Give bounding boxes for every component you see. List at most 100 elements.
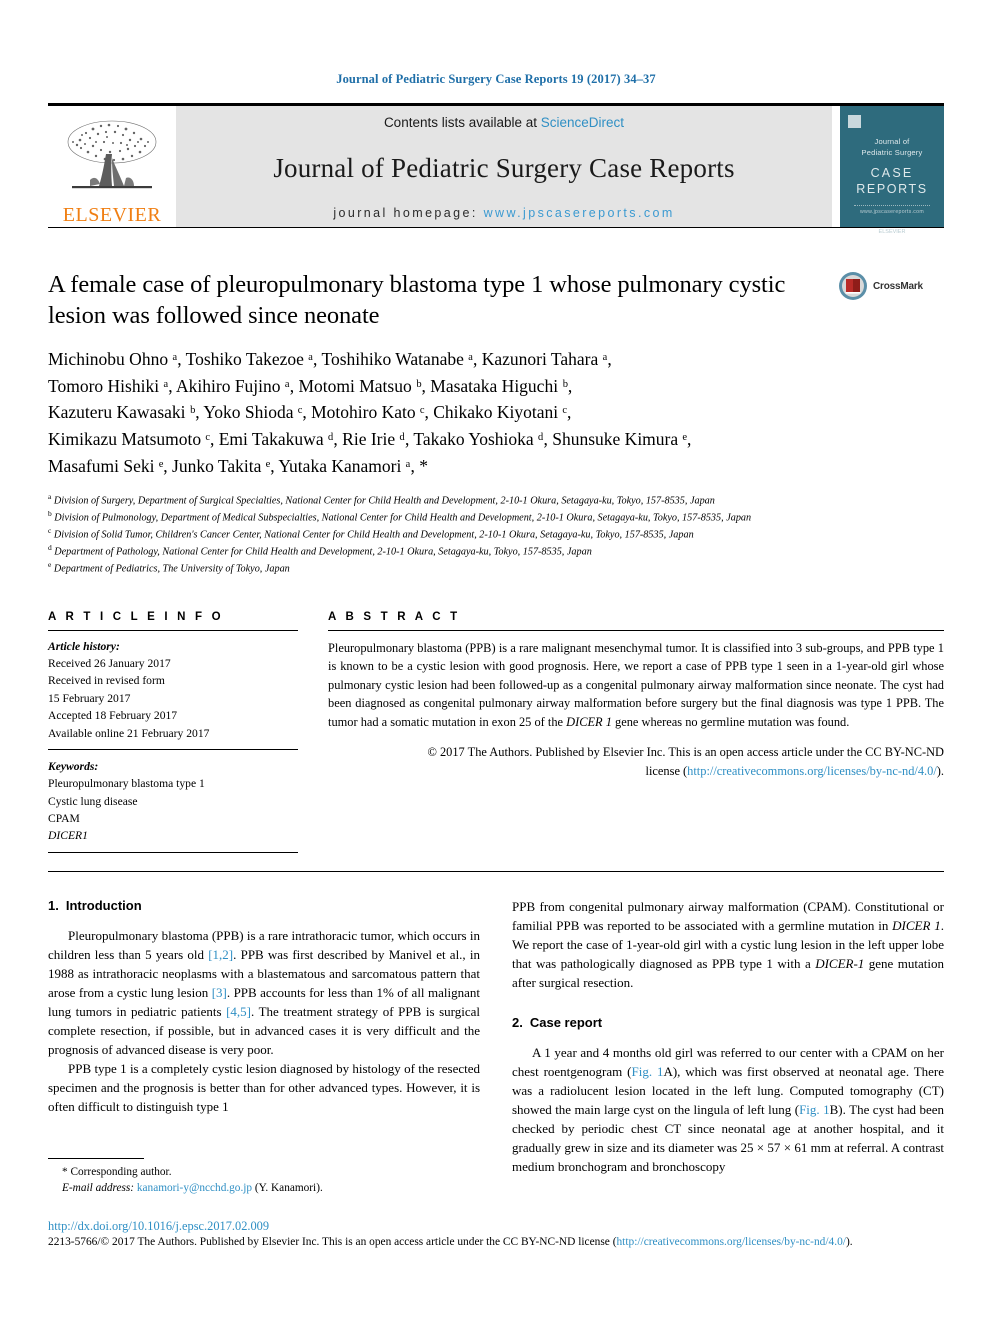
- running-head: Journal of Pediatric Surgery Case Report…: [336, 72, 656, 86]
- masthead-bottom-rule: [48, 227, 944, 228]
- cover-divider: [854, 204, 930, 206]
- title-block: A female case of pleuropulmonary blastom…: [48, 269, 944, 331]
- copyright-line-1: © 2017 The Authors. Published by Elsevie…: [427, 745, 944, 760]
- footnote-body: * Corresponding author. E-mail address: …: [48, 1164, 478, 1196]
- keywords-label: Keywords:: [48, 759, 99, 773]
- info-abstract-row: A R T I C L E I N F O Article history: R…: [48, 611, 944, 853]
- footer-license-link[interactable]: http://creativecommons.org/licenses/by-n…: [616, 1236, 845, 1248]
- intro-p2c-part1: PPB from congenital pulmonary airway mal…: [512, 898, 944, 933]
- article-history-item: Accepted 18 February 2017: [48, 709, 178, 723]
- cover-publisher: ELSEVIER: [878, 228, 906, 235]
- contents-available-line: Contents lists available at ScienceDirec…: [384, 115, 624, 130]
- article-history-item: Received in revised form: [48, 674, 165, 688]
- figure-ref[interactable]: Fig. 1: [631, 1064, 663, 1079]
- keywords-bottom-rule: [48, 851, 298, 853]
- abstract-heading: A B S T R A C T: [328, 610, 461, 623]
- keywords-top-rule: [48, 748, 298, 750]
- affiliation-marker: a: [48, 492, 52, 502]
- abstract-copyright: © 2017 The Authors. Published by Elsevie…: [328, 743, 944, 780]
- journal-masthead: ELSEVIER Contents lists available at Sci…: [48, 103, 944, 235]
- intro-paragraph-2-continued: PPB from congenital pulmonary airway mal…: [512, 898, 944, 993]
- gene-name: DICER 1: [892, 917, 941, 933]
- affiliation-item: a Division of Surgery, Department of Sur…: [48, 492, 944, 509]
- article-history-item: 15 February 2017: [48, 691, 131, 705]
- license-suffix: ).: [936, 763, 944, 778]
- author-line: Masafumi Seki ᵉ, Junko Takita ᵉ, Yutaka …: [48, 455, 428, 476]
- section-heading-case-report: 2. Case report: [512, 1015, 944, 1030]
- article-history-block: Article history: Received 26 January 201…: [48, 638, 298, 742]
- page-footer: http://dx.doi.org/10.1016/j.epsc.2017.02…: [48, 1219, 944, 1248]
- intro-paragraph-1: Pleuropulmonary blastoma (PPB) is a rare…: [48, 927, 480, 1060]
- corresponding-author-footnote: * Corresponding author. E-mail address: …: [48, 1158, 478, 1196]
- elsevier-logo: ELSEVIER: [48, 106, 176, 227]
- article-info-rule: [48, 629, 298, 631]
- homepage-prefix: journal homepage:: [333, 206, 484, 220]
- cover-case-word: CASE: [870, 165, 914, 180]
- issn-prefix: 2213-5766/© 2017 The Authors. Published …: [48, 1236, 617, 1248]
- page-title: A female case of pleuropulmonary blastom…: [48, 271, 786, 330]
- case-report-paragraph-1: A 1 year and 4 months old girl was refer…: [512, 1044, 944, 1177]
- crossmark-icon: [839, 272, 867, 300]
- cover-journal-title: Journal of Pediatric Surgery: [840, 137, 944, 159]
- corresponding-label: Corresponding author.: [70, 1166, 172, 1178]
- email-line: E-mail address: kanamori-y@ncchd.go.jp (…: [62, 1180, 478, 1196]
- author-list: Michinobu Ohno ᵃ, Toshiko Takezoe ᵃ, Tos…: [48, 346, 848, 479]
- affiliation-marker: d: [48, 542, 52, 552]
- author-line: Michinobu Ohno ᵃ, Toshiko Takezoe ᵃ, Tos…: [48, 349, 612, 370]
- author-line: Kazuteru Kawasaki ᵇ, Yoko Shioda ᶜ, Moto…: [48, 402, 572, 423]
- homepage-url-link[interactable]: www.jpscasereports.com: [484, 206, 675, 220]
- elsevier-tree-icon: [67, 120, 157, 189]
- journal-band: Contents lists available at ScienceDirec…: [176, 106, 832, 227]
- affiliation-item: c Division of Solid Tumor, Children's Ca…: [48, 526, 944, 543]
- affiliation-text: Division of Solid Tumor, Children's Canc…: [53, 529, 694, 541]
- license-link[interactable]: http://creativecommons.org/licenses/by-n…: [687, 764, 937, 778]
- body-column-left: 1. Introduction Pleuropulmonary blastoma …: [48, 898, 480, 1177]
- abstract-bottom-rule: [48, 870, 944, 872]
- body-columns: 1. Introduction Pleuropulmonary blastoma …: [48, 898, 944, 1177]
- cover-subtitle: www.jpscasereports.com: [860, 208, 924, 215]
- issn-copyright-line: 2213-5766/© 2017 The Authors. Published …: [48, 1236, 944, 1248]
- affiliation-item: d Department of Pathology, National Cent…: [48, 543, 944, 560]
- intro-paragraph-2: PPB type 1 is a completely cystic lesion…: [48, 1060, 480, 1114]
- journal-cover-thumbnail: Journal of Pediatric Surgery CASE REPORT…: [840, 106, 944, 235]
- email-owner: (Y. Kanamori).: [254, 1182, 323, 1195]
- gene-name: DICER-1: [815, 955, 865, 971]
- citation-ref[interactable]: [4,5]: [226, 1004, 251, 1019]
- elsevier-wordmark: ELSEVIER: [62, 204, 162, 226]
- email-label: E-mail address:: [62, 1182, 135, 1195]
- keyword-item: CPAM: [48, 812, 80, 826]
- cover-reports-word: REPORTS: [856, 181, 928, 196]
- body-column-right: PPB from congenital pulmonary airway mal…: [512, 898, 944, 1177]
- article-info-heading: A R T I C L E I N F O: [48, 610, 224, 623]
- citation-ref[interactable]: [3]: [212, 985, 227, 1000]
- affiliation-text: Division of Pulmonology, Department of M…: [54, 512, 752, 524]
- author-line: Tomoro Hishiki ᵃ, Akihiro Fujino ᵃ, Moto…: [48, 375, 573, 396]
- author-line: Kimikazu Matsumoto ᶜ, Emi Takakuwa ᵈ, Ri…: [48, 429, 692, 449]
- cover-title-line1: Journal of: [874, 137, 910, 146]
- footnote-rule: [48, 1158, 144, 1159]
- section-heading-introduction: 1. Introduction: [48, 898, 480, 913]
- affiliation-marker: b: [48, 509, 52, 519]
- figure-ref[interactable]: Fig. 1: [799, 1102, 830, 1117]
- abstract-gene-name: DICER 1: [566, 714, 612, 729]
- affiliation-text: Department of Pathology, National Center…: [54, 546, 592, 558]
- article-page: Journal of Pediatric Surgery Case Report…: [0, 0, 992, 1323]
- abstract-text: Pleuropulmonary blastoma (PPB) is a rare…: [328, 639, 944, 731]
- cover-publisher-mark-icon: [848, 115, 861, 128]
- keyword-item: Pleuropulmonary blastoma type 1: [48, 777, 205, 791]
- affiliation-marker: c: [48, 525, 52, 535]
- affiliation-marker: e: [48, 559, 52, 569]
- doi-link[interactable]: http://dx.doi.org/10.1016/j.epsc.2017.02…: [48, 1219, 944, 1234]
- article-info-column: A R T I C L E I N F O Article history: R…: [48, 611, 298, 853]
- keywords-block: Keywords: Pleuropulmonary blastoma type …: [48, 758, 298, 845]
- crossmark-badge[interactable]: CrossMark: [838, 271, 923, 301]
- journal-title: Journal of Pediatric Surgery Case Report…: [273, 152, 735, 183]
- citation-ref[interactable]: [1,2]: [208, 947, 233, 962]
- email-link[interactable]: kanamori-y@ncchd.go.jp: [137, 1182, 252, 1194]
- license-prefix: license (: [645, 763, 688, 778]
- section-number: 1.: [48, 897, 59, 913]
- abstract-part-3: gene whereas no germline mutation was fo…: [611, 714, 850, 729]
- affiliation-text: Division of Surgery, Department of Surgi…: [53, 495, 715, 507]
- sciencedirect-link[interactable]: ScienceDirect: [541, 115, 624, 130]
- article-history-item: Received 26 January 2017: [48, 656, 171, 670]
